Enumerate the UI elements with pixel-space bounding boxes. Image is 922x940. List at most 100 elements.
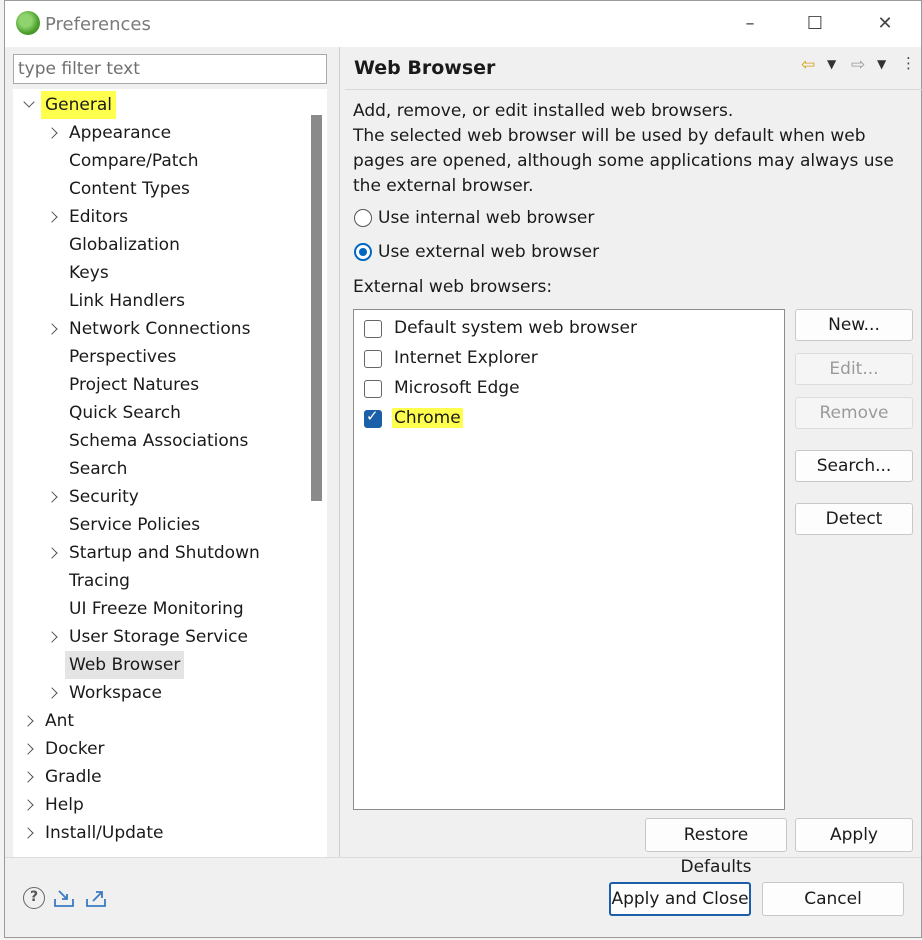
chevron-right-icon[interactable] [45, 679, 61, 707]
minimize-button[interactable]: – [727, 9, 773, 39]
browser-checkbox[interactable] [364, 350, 382, 368]
tree-item-label: Network Connections [69, 319, 251, 339]
external-browser-radio[interactable] [354, 243, 372, 261]
eclipse-app-icon [16, 11, 40, 35]
filter-input[interactable] [13, 54, 327, 84]
chevron-right-icon[interactable] [45, 483, 61, 511]
chevron-right-icon[interactable] [21, 707, 37, 735]
browser-label[interactable]: Default system web browser [394, 318, 637, 338]
remove-button[interactable]: Remove [795, 397, 913, 429]
internal-browser-label[interactable]: Use internal web browser [378, 208, 594, 228]
tree-item[interactable]: Gradle [13, 763, 305, 791]
back-dropdown-icon[interactable]: ▼ [827, 57, 836, 71]
tree-item[interactable]: Editors [13, 203, 305, 231]
browser-checkbox[interactable] [364, 407, 382, 428]
forward-dropdown-icon[interactable]: ▼ [877, 57, 886, 71]
tree-item-label: Gradle [45, 767, 102, 787]
tree-item[interactable]: Content Types [13, 175, 305, 203]
tree-item[interactable]: Project Natures [13, 371, 305, 399]
maximize-button[interactable]: ☐ [792, 9, 838, 39]
edit-button[interactable]: Edit... [795, 353, 913, 385]
back-arrow-icon[interactable]: ⇦ [801, 55, 815, 75]
tree-item[interactable]: Docker [13, 735, 305, 763]
tree-item-label: Appearance [69, 123, 172, 143]
footer-separator [5, 857, 921, 858]
tree-item[interactable]: Tracing [13, 567, 305, 595]
page-title: Web Browser [354, 57, 496, 79]
tree-item-label: User Storage Service [69, 627, 248, 647]
tree-item[interactable]: General [13, 91, 305, 119]
tree-item[interactable]: Help [13, 791, 305, 819]
new-button[interactable]: New... [795, 309, 913, 341]
tree-item[interactable]: Service Policies [13, 511, 305, 539]
detect-button[interactable]: Detect [795, 503, 913, 535]
chevron-down-icon[interactable] [21, 91, 37, 119]
tree-item[interactable]: Security [13, 483, 305, 511]
preferences-window: Preferences – ☐ ✕ General Appearance Compa… [4, 0, 922, 938]
apply-button[interactable]: Apply [795, 818, 913, 852]
tree-scrollbar-thumb[interactable] [311, 115, 322, 501]
close-button[interactable]: ✕ [862, 9, 908, 39]
search-button[interactable]: Search... [795, 450, 913, 482]
preferences-tree: General Appearance Compare/Patch Content Ty… [13, 89, 305, 857]
chevron-right-icon[interactable] [21, 763, 37, 791]
forward-arrow-icon[interactable]: ⇨ [851, 55, 865, 75]
tree-item[interactable]: Globalization [13, 231, 305, 259]
tree-item[interactable]: Web Browser [13, 651, 305, 679]
tree-item-label: Service Policies [69, 515, 201, 535]
tree-item[interactable]: Perspectives [13, 343, 305, 371]
browser-label[interactable]: Chrome [392, 408, 463, 428]
tree-item-label: Schema Associations [69, 431, 249, 451]
tree-item-label: Help [45, 795, 84, 815]
tree-item[interactable]: Link Handlers [13, 287, 305, 315]
tree-item[interactable]: Startup and Shutdown [13, 539, 305, 567]
chevron-right-icon[interactable] [45, 623, 61, 651]
tree-item-label: Docker [45, 739, 105, 759]
browser-label[interactable]: Microsoft Edge [394, 378, 520, 398]
tree-item[interactable]: UI Freeze Monitoring [13, 595, 305, 623]
chevron-right-icon[interactable] [45, 203, 61, 231]
tree-item[interactable]: Appearance [13, 119, 305, 147]
chevron-right-icon[interactable] [21, 819, 37, 847]
tree-item[interactable]: Schema Associations [13, 427, 305, 455]
tree-item[interactable]: Keys [13, 259, 305, 287]
tree-item[interactable]: Search [13, 455, 305, 483]
tree-item[interactable]: Workspace [13, 679, 305, 707]
help-icon[interactable]: ? [23, 887, 45, 909]
tree-item-label: Startup and Shutdown [69, 543, 260, 563]
tree-item[interactable]: Install/Update [13, 819, 305, 847]
chevron-right-icon[interactable] [45, 315, 61, 343]
view-menu-icon[interactable]: ⋮ [901, 54, 916, 72]
external-browsers-label: External web browsers: [353, 277, 553, 297]
chevron-right-icon[interactable] [21, 791, 37, 819]
tree-item-label: Editors [69, 207, 129, 227]
window-title: Preferences [45, 14, 151, 35]
browser-checkbox[interactable] [364, 380, 382, 398]
tree-item[interactable]: Network Connections [13, 315, 305, 343]
description-line-1: Add, remove, or edit installed web brows… [353, 101, 734, 121]
internal-browser-radio[interactable] [354, 209, 372, 227]
pane-divider[interactable] [339, 47, 340, 857]
restore-defaults-button[interactable]: Restore Defaults [645, 818, 787, 877]
tree-item[interactable]: Ant [13, 707, 305, 735]
browser-label[interactable]: Internet Explorer [394, 348, 538, 368]
chevron-right-icon[interactable] [21, 735, 37, 763]
cancel-button[interactable]: Cancel [762, 882, 904, 916]
external-browsers-list[interactable]: Default system web browser Internet Explo… [353, 309, 785, 810]
import-icon[interactable] [53, 887, 75, 909]
export-icon[interactable] [85, 887, 107, 909]
browser-checkbox[interactable] [364, 320, 382, 338]
chevron-right-icon[interactable] [45, 539, 61, 567]
chevron-right-icon[interactable] [45, 119, 61, 147]
tree-item[interactable]: Quick Search [13, 399, 305, 427]
tree-item-label: UI Freeze Monitoring [69, 599, 244, 619]
tree-item[interactable]: Compare/Patch [13, 147, 305, 175]
tree-item-label: Globalization [69, 235, 180, 255]
external-browser-label[interactable]: Use external web browser [378, 242, 599, 262]
tree-item-label: Project Natures [69, 375, 200, 395]
tree-item-label: Search [69, 459, 128, 479]
apply-and-close-button[interactable]: Apply and Close [609, 882, 751, 916]
page-navigation: ⇦ ▼ ⇨ ▼ ⋮ [797, 54, 916, 77]
tree-item-label: Install/Update [45, 823, 164, 843]
tree-item[interactable]: User Storage Service [13, 623, 305, 651]
